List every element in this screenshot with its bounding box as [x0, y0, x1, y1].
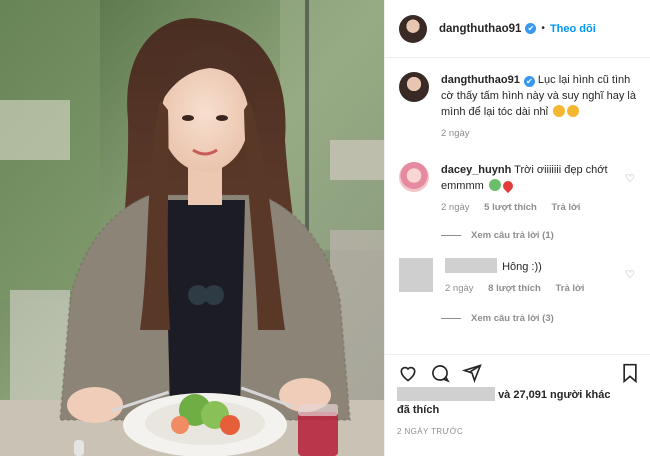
caption: dangthuthao91 ✔ Lục lại hình cũ tình cờ t…	[399, 72, 639, 142]
reply-button[interactable]: Trả lời	[556, 283, 585, 294]
post-side-panel: dangthuthao91 ✔ • Theo dõi dangthuthao91…	[384, 0, 650, 456]
view-replies-button[interactable]: Xem câu trả lời (3)	[441, 313, 554, 324]
crying-emoji-icon	[488, 179, 501, 191]
verified-badge-icon: ✔	[525, 23, 537, 34]
follow-button[interactable]: Theo dõi	[550, 23, 596, 35]
post-timestamp[interactable]: 2 NGÀY TRƯỚC	[397, 427, 463, 436]
view-replies-button[interactable]: Xem câu trả lời (1)	[441, 230, 554, 241]
bookmark-icon[interactable]	[621, 363, 639, 383]
heart-emoji-icon	[500, 178, 515, 194]
commenter-username-redacted[interactable]	[445, 258, 497, 273]
comment-icon[interactable]	[430, 363, 450, 383]
view-replies-label: Xem câu trả lời (3)	[471, 313, 554, 324]
action-icons	[398, 363, 482, 383]
separator-dot: •	[541, 23, 545, 34]
comment-meta: 2 ngày 5 lượt thích Trả lời	[441, 200, 621, 216]
comment-item: dacey_huynh Trời ơiiiiiii đẹp chớt emmmm…	[399, 162, 639, 216]
comment-like-heart-icon[interactable]: ♡	[625, 268, 635, 281]
likes-liked-text: đã thích	[397, 404, 440, 416]
comment-text: Hông :))	[502, 261, 542, 273]
caption-meta: 2 ngày	[441, 126, 637, 142]
caption-time[interactable]: 2 ngày	[441, 128, 470, 139]
commenter-username[interactable]: dacey_huynh	[441, 164, 511, 176]
replies-line	[441, 235, 461, 236]
heart-eyes-emoji-icon	[553, 105, 566, 117]
caption-username[interactable]: dangthuthao91	[441, 74, 520, 86]
comment-time[interactable]: 2 ngày	[441, 202, 470, 213]
comments-section[interactable]: dangthuthao91 ✔ Lục lại hình cũ tình cờ t…	[385, 58, 650, 354]
comment-item: Hông :)) 2 ngày 8 lượt thích Trả lời ♡	[399, 258, 639, 297]
author-avatar[interactable]	[399, 14, 427, 43]
comment-meta: 2 ngày 8 lượt thích Trả lời	[445, 281, 625, 297]
caption-avatar[interactable]	[399, 72, 429, 102]
view-replies-label: Xem câu trả lời (1)	[471, 230, 554, 241]
liker-names-redacted[interactable]	[397, 387, 495, 401]
replies-line	[441, 318, 461, 319]
comment-time[interactable]: 2 ngày	[445, 283, 474, 294]
reply-button[interactable]: Trả lời	[552, 202, 581, 213]
photo-illustration	[0, 0, 384, 456]
action-bar: và 27,091 người khác đã thích 2 NGÀY TRƯ…	[385, 354, 650, 454]
share-icon[interactable]	[462, 363, 482, 383]
comment-like-heart-icon[interactable]: ♡	[625, 172, 635, 185]
likes-count-text[interactable]: và 27,091 người khác	[498, 389, 610, 401]
post-photo[interactable]	[0, 0, 384, 456]
verified-badge-icon: ✔	[523, 76, 535, 87]
heart-icon[interactable]	[398, 363, 418, 383]
heart-eyes-emoji-icon	[567, 105, 580, 117]
commenter-avatar-redacted[interactable]	[399, 258, 433, 292]
likes-summary[interactable]: và 27,091 người khác đã thích	[397, 387, 637, 418]
author-username[interactable]: dangthuthao91	[439, 23, 521, 35]
instagram-post: dangthuthao91 ✔ • Theo dõi dangthuthao91…	[0, 0, 650, 456]
comment-likes[interactable]: 5 lượt thích	[484, 202, 537, 213]
comment-likes[interactable]: 8 lượt thích	[488, 283, 541, 294]
post-header: dangthuthao91 ✔ • Theo dõi	[385, 0, 650, 58]
commenter-avatar[interactable]	[399, 162, 429, 192]
